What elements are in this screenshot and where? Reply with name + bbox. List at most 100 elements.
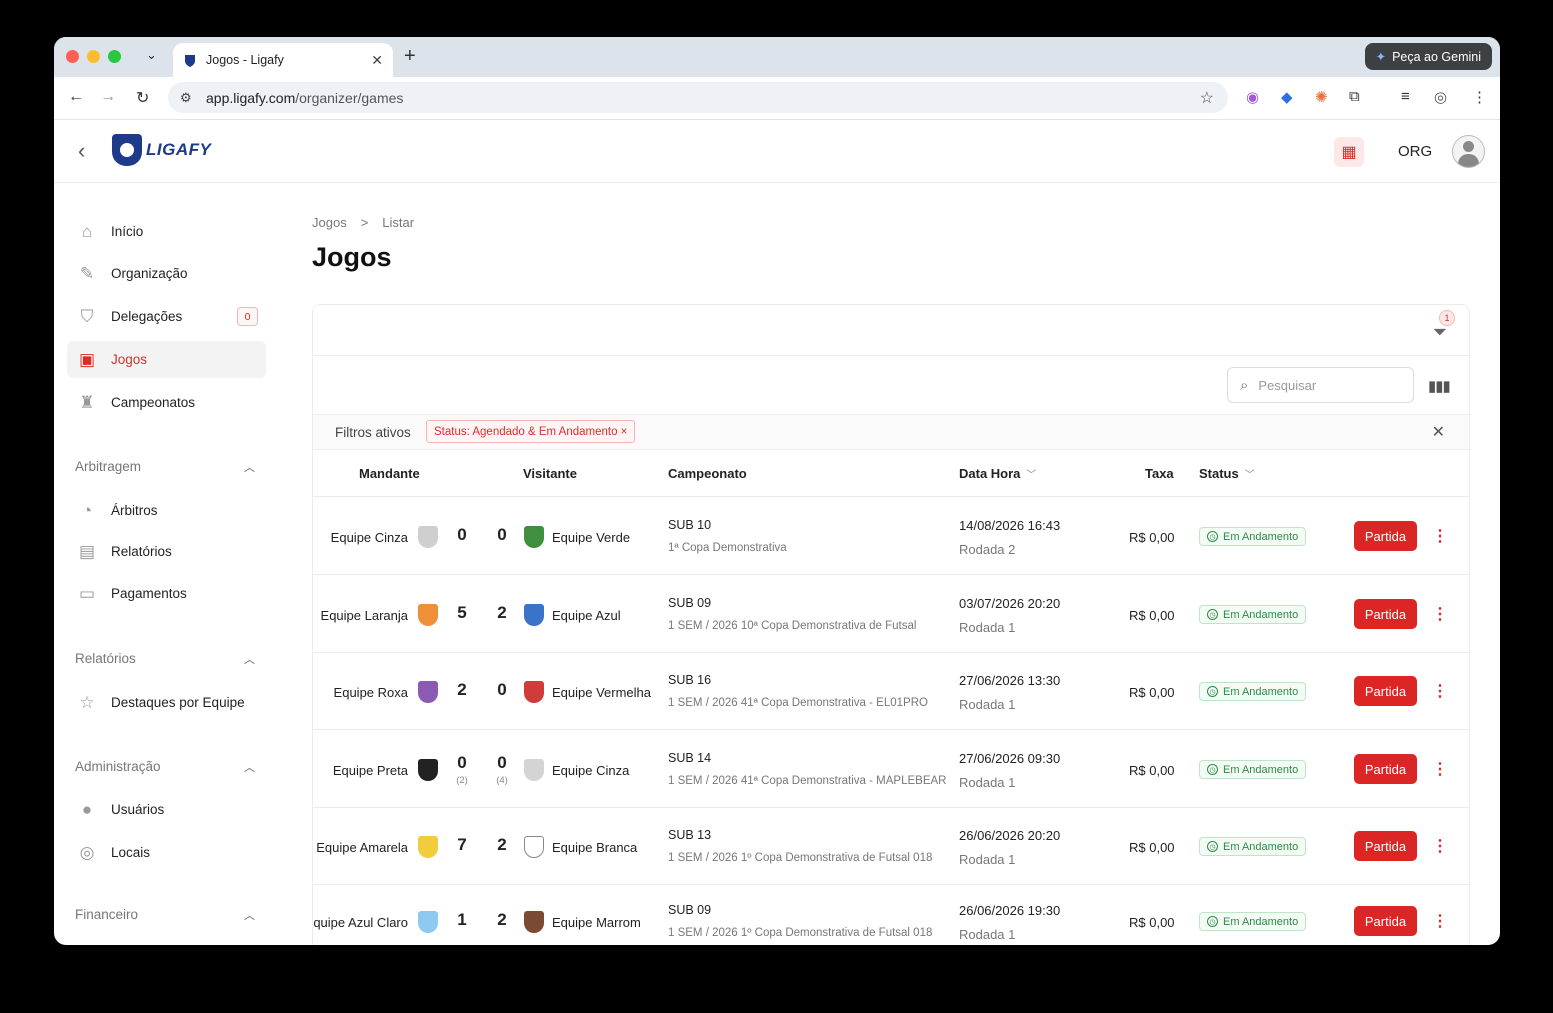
extension-icon[interactable]: ◉ bbox=[1246, 88, 1259, 106]
ligafy-logo[interactable]: LIGAFY bbox=[112, 134, 211, 166]
org-label[interactable]: ORG bbox=[1398, 143, 1432, 160]
app-header: ‹ LIGAFY ▦ ORG bbox=[54, 120, 1500, 183]
menu-dots-icon[interactable]: ⋮ bbox=[1472, 88, 1487, 106]
row-actions-kebab-icon[interactable]: ⋮ bbox=[1432, 836, 1448, 856]
table-header: Mandante Visitante Campeonato Data Hora ﹀… bbox=[313, 451, 1469, 497]
logo-shield-icon bbox=[112, 134, 142, 166]
sidebar-item-campeonatos[interactable]: ♜ Campeonatos bbox=[67, 384, 266, 421]
sidebar-item-jogos[interactable]: ▣ Jogos bbox=[67, 341, 266, 378]
tag-extension-icon[interactable]: ◆ bbox=[1281, 88, 1293, 106]
partida-button[interactable]: Partida bbox=[1354, 754, 1417, 784]
championship-category: SUB 09 bbox=[668, 903, 712, 917]
row-actions-kebab-icon[interactable]: ⋮ bbox=[1432, 681, 1448, 701]
sidebar-item-delegacoes[interactable]: ⛉ Delegações 0 bbox=[67, 298, 266, 335]
header-status[interactable]: Status ﹀ bbox=[1199, 466, 1255, 481]
sidebar-item-label: Delegações bbox=[111, 309, 183, 324]
clear-filters-close-icon[interactable]: ✕ bbox=[1432, 422, 1445, 442]
chevron-up-icon[interactable]: ︿ bbox=[244, 651, 255, 667]
game-datetime: 27/06/2026 13:30 bbox=[959, 673, 1061, 688]
home-team-name: Equipe Cinza bbox=[330, 530, 408, 545]
profile-icon[interactable]: ◎ bbox=[1434, 88, 1447, 106]
minimize-window-button[interactable] bbox=[87, 50, 100, 63]
edit-icon: ✎ bbox=[79, 263, 95, 283]
avatar[interactable] bbox=[1452, 135, 1485, 168]
section-relatorios[interactable]: Relatórios ︿ bbox=[75, 651, 255, 667]
partida-button[interactable]: Partida bbox=[1354, 906, 1417, 936]
gemini-button[interactable]: ✦ Peça ao Gemini bbox=[1364, 43, 1492, 70]
chevron-up-icon[interactable]: ︿ bbox=[244, 459, 255, 475]
sidebar-item-locais[interactable]: ◎ Locais bbox=[67, 834, 266, 871]
away-team-crest-icon bbox=[524, 526, 544, 548]
sidebar-item-destaques[interactable]: ☆ Destaques por Equipe bbox=[67, 684, 266, 721]
site-settings-icon[interactable]: ⚙ bbox=[180, 90, 194, 106]
away-score: 2 bbox=[497, 835, 507, 854]
row-actions-kebab-icon[interactable]: ⋮ bbox=[1432, 911, 1448, 931]
bookmark-star-icon[interactable]: ☆ bbox=[1200, 88, 1214, 108]
chevron-up-icon[interactable]: ︿ bbox=[244, 759, 255, 775]
home-score: 1 bbox=[457, 910, 467, 929]
sidebar-item-relatorios-arbitragem[interactable]: ▤ Relatórios bbox=[67, 533, 266, 570]
game-fee: R$ 0,00 bbox=[1129, 840, 1175, 855]
section-arbitragem[interactable]: Arbitragem ︿ bbox=[75, 459, 255, 475]
table-row: Equipe Roxa 2 0 Equipe Vermelha SUB 16 1… bbox=[313, 653, 1469, 730]
tab-list-chevron-icon[interactable]: ⌄ bbox=[146, 47, 157, 63]
sidebar-item-label: Usuários bbox=[111, 802, 165, 817]
breadcrumb: Jogos > Listar bbox=[312, 215, 428, 230]
partida-button[interactable]: Partida bbox=[1354, 599, 1417, 629]
away-team-name: Equipe Cinza bbox=[552, 763, 630, 778]
row-actions-kebab-icon[interactable]: ⋮ bbox=[1432, 759, 1448, 779]
sidebar-item-organizacao[interactable]: ✎ Organização bbox=[67, 255, 266, 292]
columns-icon[interactable]: ▮▮▮ bbox=[1428, 377, 1451, 395]
close-window-button[interactable] bbox=[66, 50, 79, 63]
sidebar-item-label: Árbitros bbox=[111, 503, 158, 518]
search-input[interactable]: ⌕ Pesquisar bbox=[1227, 367, 1414, 403]
collapse-chevron-left-icon[interactable]: ‹ bbox=[78, 138, 85, 164]
status-filter-chip[interactable]: Status: Agendado & Em Andamento × bbox=[426, 420, 636, 443]
breadcrumb-jogos[interactable]: Jogos bbox=[312, 215, 347, 230]
sort-chevron-down-icon[interactable]: ﹀ bbox=[1026, 470, 1036, 481]
sidebar-item-arbitros[interactable]: ◔ Árbitros bbox=[67, 492, 266, 529]
partida-button[interactable]: Partida bbox=[1354, 831, 1417, 861]
media-icon[interactable]: ≡ bbox=[1401, 88, 1410, 105]
reload-icon[interactable]: ↻ bbox=[136, 88, 149, 108]
away-team-name: Equipe Vermelha bbox=[552, 685, 652, 700]
address-bar[interactable]: ⚙ app.ligafy.com/organizer/games ☆ bbox=[168, 82, 1228, 113]
back-arrow-icon[interactable]: ← bbox=[68, 88, 84, 106]
filter-count-badge: 1 bbox=[1439, 310, 1455, 326]
championship-category: SUB 10 bbox=[668, 518, 712, 532]
section-financeiro[interactable]: Financeiro ︿ bbox=[75, 907, 255, 923]
status-badge: ◷ Em Andamento bbox=[1199, 682, 1307, 701]
forward-arrow-icon[interactable]: → bbox=[100, 88, 116, 106]
browser-tab[interactable]: Jogos - Ligafy ✕ bbox=[173, 43, 393, 77]
header-status-label: Status bbox=[1199, 466, 1239, 481]
status-label: Em Andamento bbox=[1223, 763, 1299, 776]
row-actions-kebab-icon[interactable]: ⋮ bbox=[1432, 604, 1448, 624]
status-badge: ◷ Em Andamento bbox=[1199, 527, 1307, 546]
status-badge: ◷ Em Andamento bbox=[1199, 837, 1307, 856]
away-team-crest-icon bbox=[524, 836, 544, 858]
section-administracao[interactable]: Administração ︿ bbox=[75, 759, 255, 775]
home-team-crest-icon bbox=[418, 604, 438, 626]
sidebar-item-pagamentos[interactable]: ▭ Pagamentos bbox=[67, 575, 266, 612]
status-clock-icon: ◷ bbox=[1207, 841, 1218, 852]
table-row: Equipe Laranja 5 2 Equipe Azul SUB 09 1 … bbox=[313, 576, 1469, 653]
partida-button[interactable]: Partida bbox=[1354, 521, 1417, 551]
sidebar-item-usuarios[interactable]: ● Usuários bbox=[67, 791, 266, 828]
maximize-window-button[interactable] bbox=[108, 50, 121, 63]
sidebar-item-label: Pagamentos bbox=[111, 586, 187, 601]
row-actions-kebab-icon[interactable]: ⋮ bbox=[1432, 526, 1448, 546]
new-tab-icon[interactable]: + bbox=[404, 45, 416, 68]
puzzle-icon[interactable]: ⧉ bbox=[1349, 88, 1360, 105]
game-fee: R$ 0,00 bbox=[1129, 915, 1175, 930]
partida-button[interactable]: Partida bbox=[1354, 676, 1417, 706]
sort-chevron-down-icon[interactable]: ﹀ bbox=[1245, 470, 1255, 481]
building-icon[interactable]: ▦ bbox=[1334, 137, 1364, 167]
sun-extension-icon[interactable]: ✺ bbox=[1315, 88, 1328, 106]
status-badge: ◷ Em Andamento bbox=[1199, 760, 1307, 779]
close-tab-icon[interactable]: ✕ bbox=[371, 52, 383, 69]
away-penalty-score: (4) bbox=[496, 775, 508, 786]
chevron-up-icon[interactable]: ︿ bbox=[244, 907, 255, 923]
table-row: Equipe Cinza 0 0 Equipe Verde SUB 10 1ª … bbox=[313, 498, 1469, 575]
sidebar-item-inicio[interactable]: ⌂ Início bbox=[67, 213, 266, 250]
header-data-hora[interactable]: Data Hora ﹀ bbox=[959, 466, 1036, 481]
